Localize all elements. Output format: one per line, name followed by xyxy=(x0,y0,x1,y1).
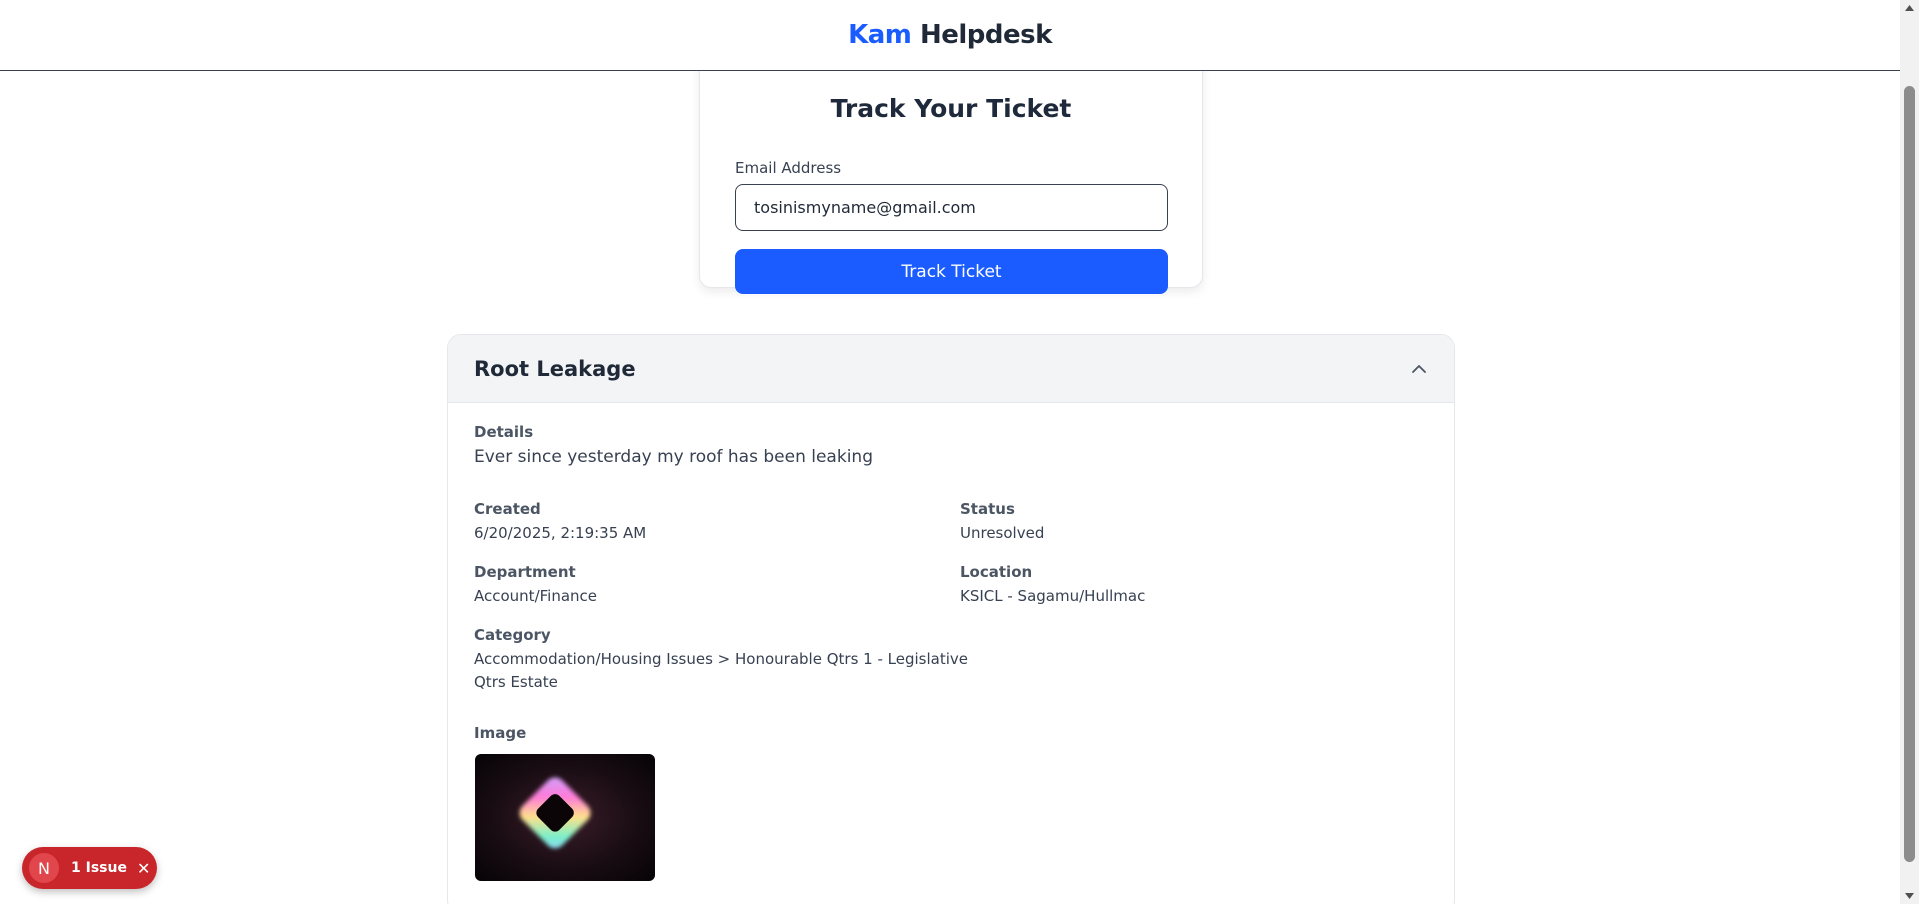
track-ticket-button[interactable]: Track Ticket xyxy=(735,249,1168,294)
ticket-title: Root Leakage xyxy=(474,356,636,381)
scroll-down-arrow[interactable] xyxy=(1900,888,1919,904)
scrollbar-thumb[interactable] xyxy=(1904,86,1915,862)
location-value: KSICL - Sagamu/Hullmac xyxy=(960,587,1146,605)
department-value: Account/Finance xyxy=(474,587,598,605)
issue-badge[interactable]: N 1 Issue ✕ xyxy=(22,847,157,889)
image-label: Image xyxy=(474,724,527,742)
page-scrollbar[interactable] xyxy=(1900,0,1919,904)
page-content: Track Your Ticket Email Address Track Ti… xyxy=(0,71,1900,904)
brand-helpdesk: Helpdesk xyxy=(919,20,1052,50)
ticket-header[interactable]: Root Leakage xyxy=(448,335,1454,403)
top-bar: Kam Helpdesk xyxy=(0,0,1900,71)
brand-logo[interactable]: Kam Helpdesk xyxy=(848,20,1052,50)
details-value: Ever since yesterday my roof has been le… xyxy=(474,447,873,467)
email-label: Email Address xyxy=(735,159,842,177)
chevron-up-icon[interactable] xyxy=(1410,360,1428,378)
location-label: Location xyxy=(960,563,1033,581)
scroll-up-arrow[interactable] xyxy=(1900,0,1919,16)
created-value: 6/20/2025, 2:19:35 AM xyxy=(474,524,647,542)
category-value-line2: Qtrs Estate xyxy=(474,673,558,691)
issue-avatar: N xyxy=(29,853,59,883)
issue-count-label: 1 Issue xyxy=(71,860,127,876)
department-label: Department xyxy=(474,563,576,581)
track-title: Track Your Ticket xyxy=(830,94,1072,123)
ticket-card: Root Leakage Details Ever since yesterda… xyxy=(447,334,1455,904)
category-label: Category xyxy=(474,626,551,644)
category-value-line1: Accommodation/Housing Issues > Honourabl… xyxy=(474,650,968,668)
track-ticket-card: Track Your Ticket Email Address Track Ti… xyxy=(699,71,1203,294)
status-label: Status xyxy=(960,500,1015,518)
created-label: Created xyxy=(474,500,541,518)
close-icon[interactable]: ✕ xyxy=(137,859,150,878)
ticket-image[interactable] xyxy=(475,754,655,881)
status-value: Unresolved xyxy=(960,524,1045,542)
brand-kam: Kam xyxy=(848,20,912,50)
details-label: Details xyxy=(474,423,534,441)
email-input[interactable] xyxy=(735,184,1168,231)
